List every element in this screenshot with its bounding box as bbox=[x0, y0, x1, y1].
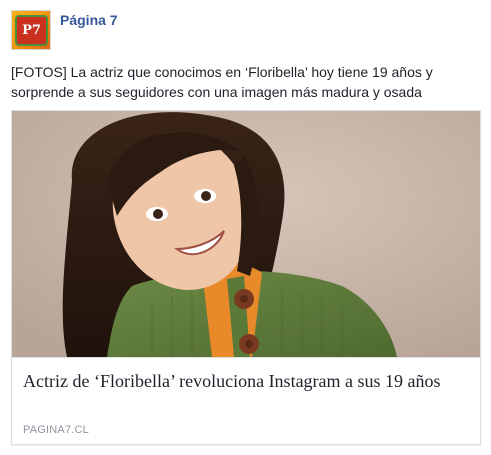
link-domain: PAGINA7.CL bbox=[23, 424, 89, 436]
page-avatar[interactable]: P7 bbox=[11, 10, 51, 50]
post-header: P7 Página 7 bbox=[11, 10, 118, 52]
page-name-link[interactable]: Página 7 bbox=[60, 12, 118, 28]
post-text: [FOTOS] La actriz que conocimos en ‘Flor… bbox=[11, 64, 433, 100]
link-text-area[interactable]: Actriz de ‘Floribella’ revoluciona Insta… bbox=[12, 357, 480, 445]
link-title[interactable]: Actriz de ‘Floribella’ revoluciona Insta… bbox=[23, 370, 463, 392]
pagina7-logo-icon: P7 bbox=[17, 17, 46, 44]
link-preview-image[interactable] bbox=[12, 111, 480, 357]
avatar-text: P7 bbox=[22, 23, 41, 38]
girl-photo-illustration bbox=[12, 111, 480, 357]
link-attachment[interactable]: Actriz de ‘Floribella’ revoluciona Insta… bbox=[11, 110, 481, 445]
